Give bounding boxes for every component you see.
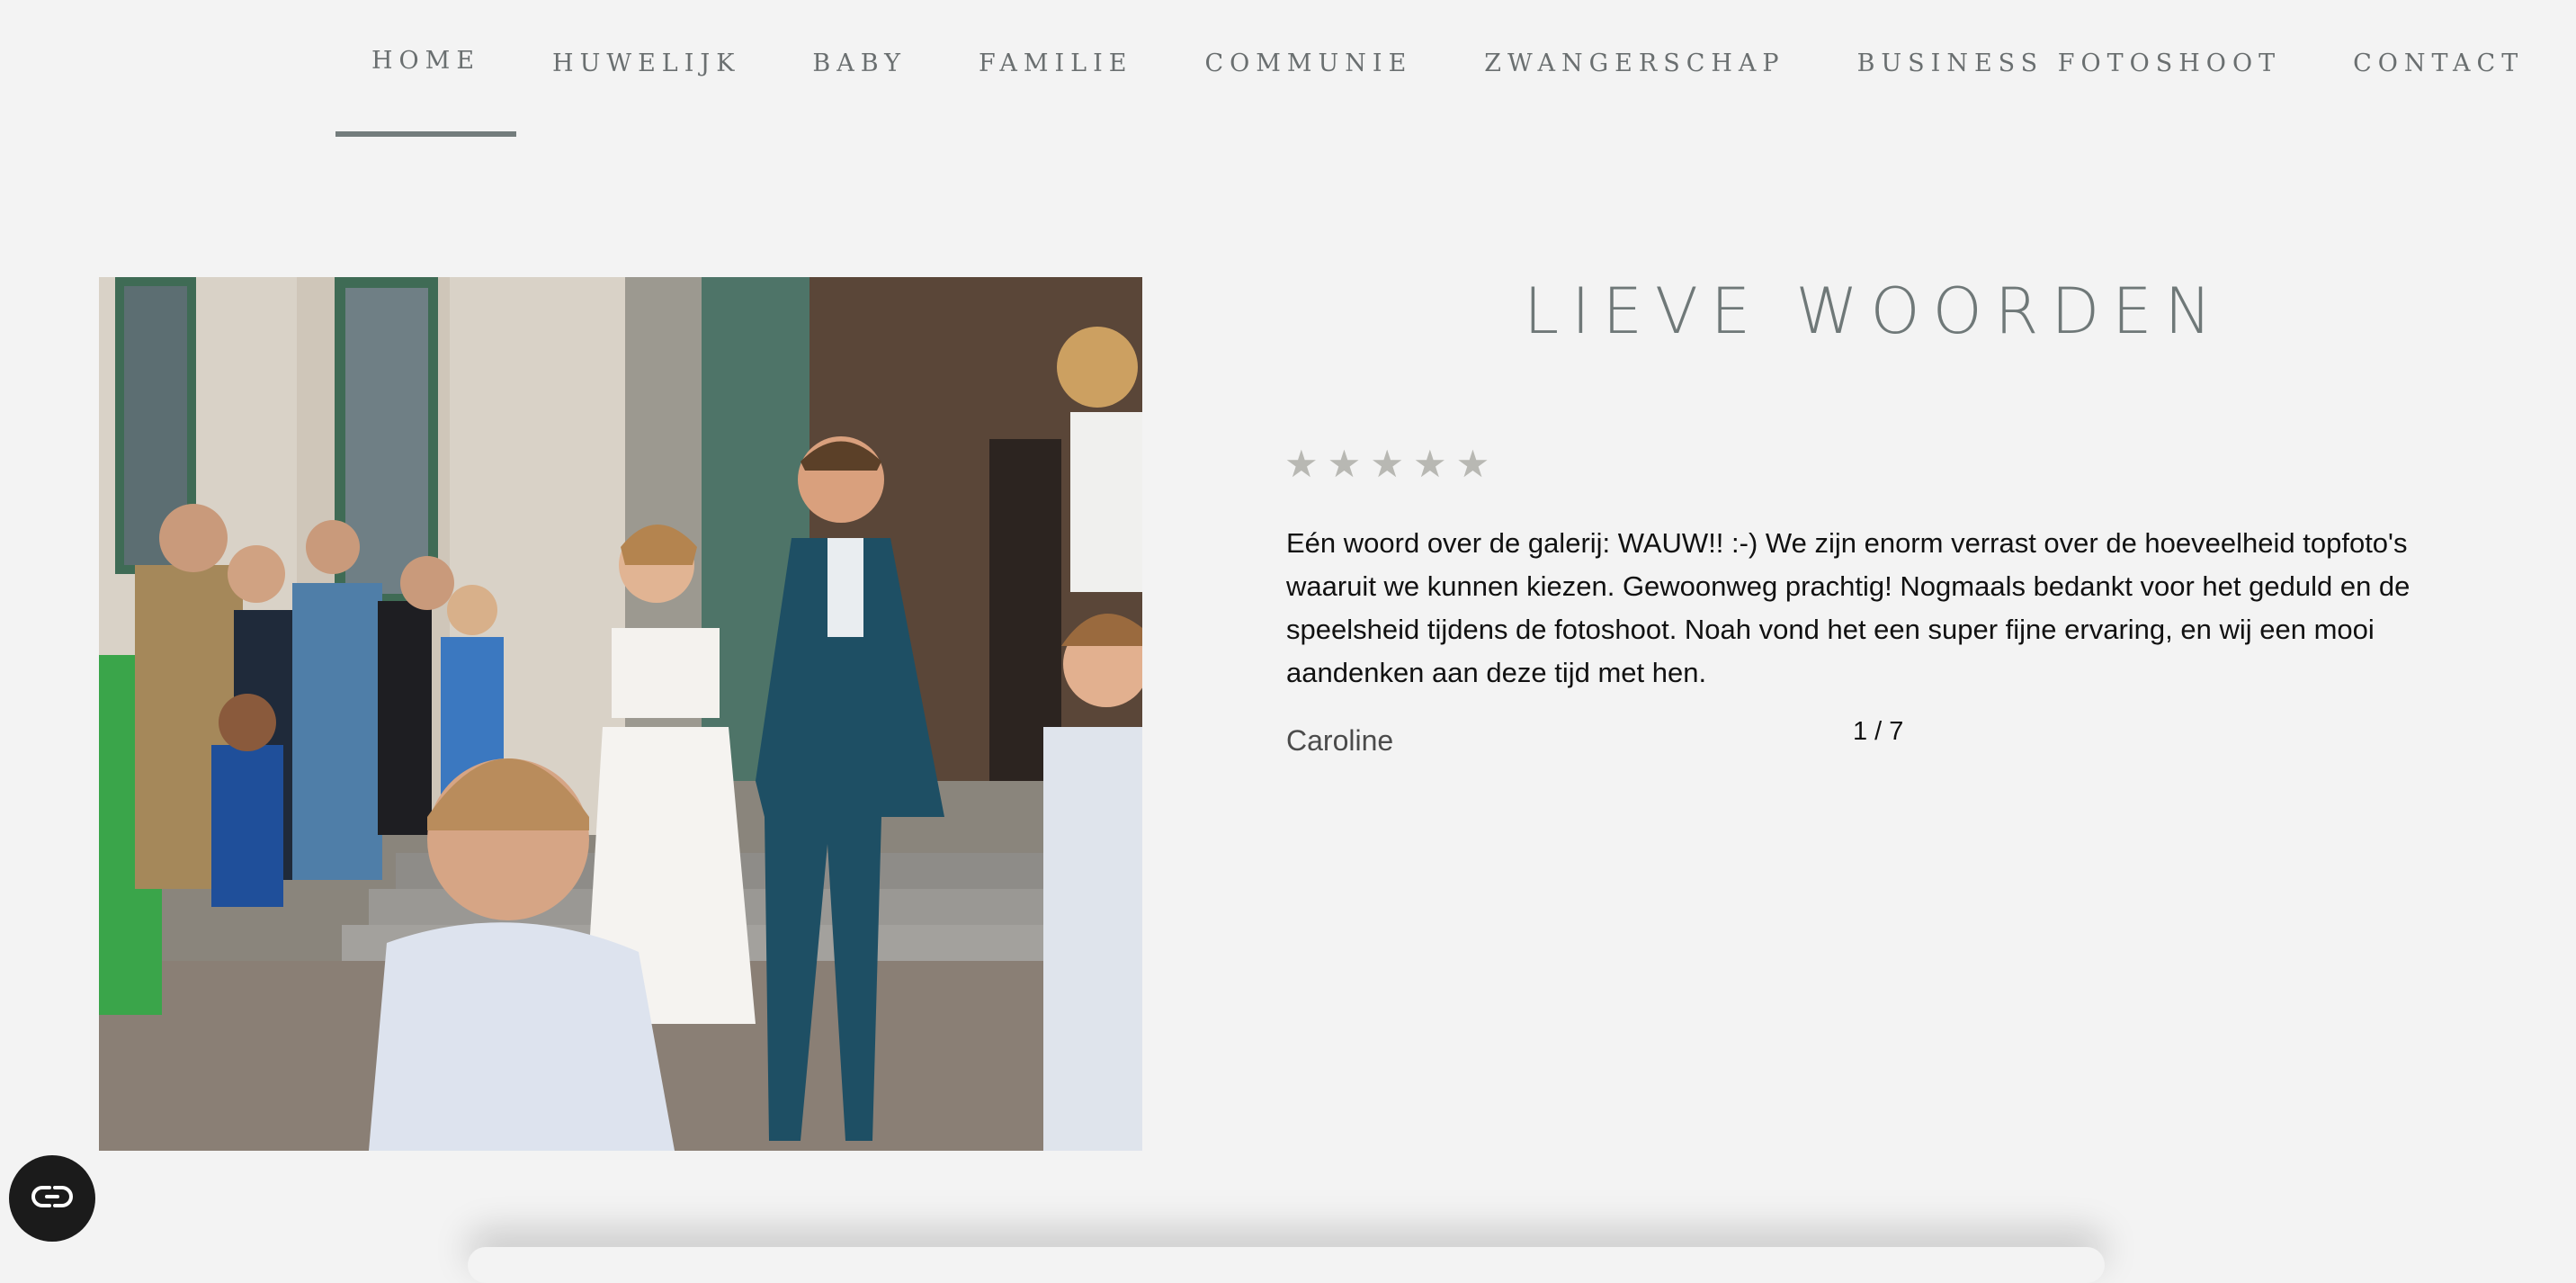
- nav-item-label: ZWANGERSCHAP: [1484, 49, 1785, 77]
- nav-item-home[interactable]: HOME: [335, 0, 517, 137]
- review-author: Caroline: [1286, 724, 1394, 757]
- nav-item-label: HUWELIJK: [552, 49, 741, 77]
- infinity-link-button[interactable]: [9, 1155, 95, 1242]
- star-icon: ★: [1412, 442, 1447, 486]
- nav-item-baby[interactable]: BABY: [776, 0, 943, 137]
- nav-item-huwelijk[interactable]: HUWELIJK: [516, 0, 776, 137]
- nav-item-zwangerschap[interactable]: ZWANGERSCHAP: [1448, 0, 1820, 137]
- star-icon: ★: [1455, 442, 1490, 486]
- star-icon: ★: [1284, 442, 1319, 486]
- nav-item-label: HOME: [371, 47, 481, 75]
- slide-counter: 1 / 7: [1853, 717, 1904, 746]
- nav-item-label: CONTACT: [2353, 49, 2525, 77]
- nav-item-contact[interactable]: CONTACT: [2317, 0, 2560, 137]
- testimonials-heading: LIEVE WOORDEN: [1524, 274, 2224, 348]
- nav-item-label: COMMUNIE: [1204, 49, 1413, 77]
- nav-list: HOME HUWELIJK BABY FAMILIE COMMUNIE ZWAN…: [335, 0, 2560, 144]
- rating-stars: ★ ★ ★ ★ ★: [1284, 445, 1489, 483]
- nav-item-familie[interactable]: FAMILIE: [943, 0, 1169, 137]
- star-icon: ★: [1370, 442, 1404, 486]
- infinity-link-icon: [30, 1183, 75, 1214]
- review-text: Eén woord over de galerij: WAUW!! :-) We…: [1286, 527, 2411, 688]
- nav-item-label: FAMILIE: [978, 49, 1133, 77]
- nav-item-communie[interactable]: COMMUNIE: [1168, 0, 1448, 137]
- star-icon: ★: [1327, 442, 1362, 486]
- nav-item-business-fotoshoot[interactable]: BUSINESS FOTOSHOOT: [1821, 0, 2318, 137]
- nav-item-label: BUSINESS FOTOSHOOT: [1856, 49, 2282, 77]
- wedding-photo: [99, 277, 1142, 1151]
- main-nav: HOME HUWELIJK BABY FAMILIE COMMUNIE ZWAN…: [0, 0, 2576, 144]
- bottom-panel-edge: [468, 1247, 2105, 1283]
- nav-item-label: BABY: [812, 49, 907, 77]
- active-underline: [335, 131, 517, 137]
